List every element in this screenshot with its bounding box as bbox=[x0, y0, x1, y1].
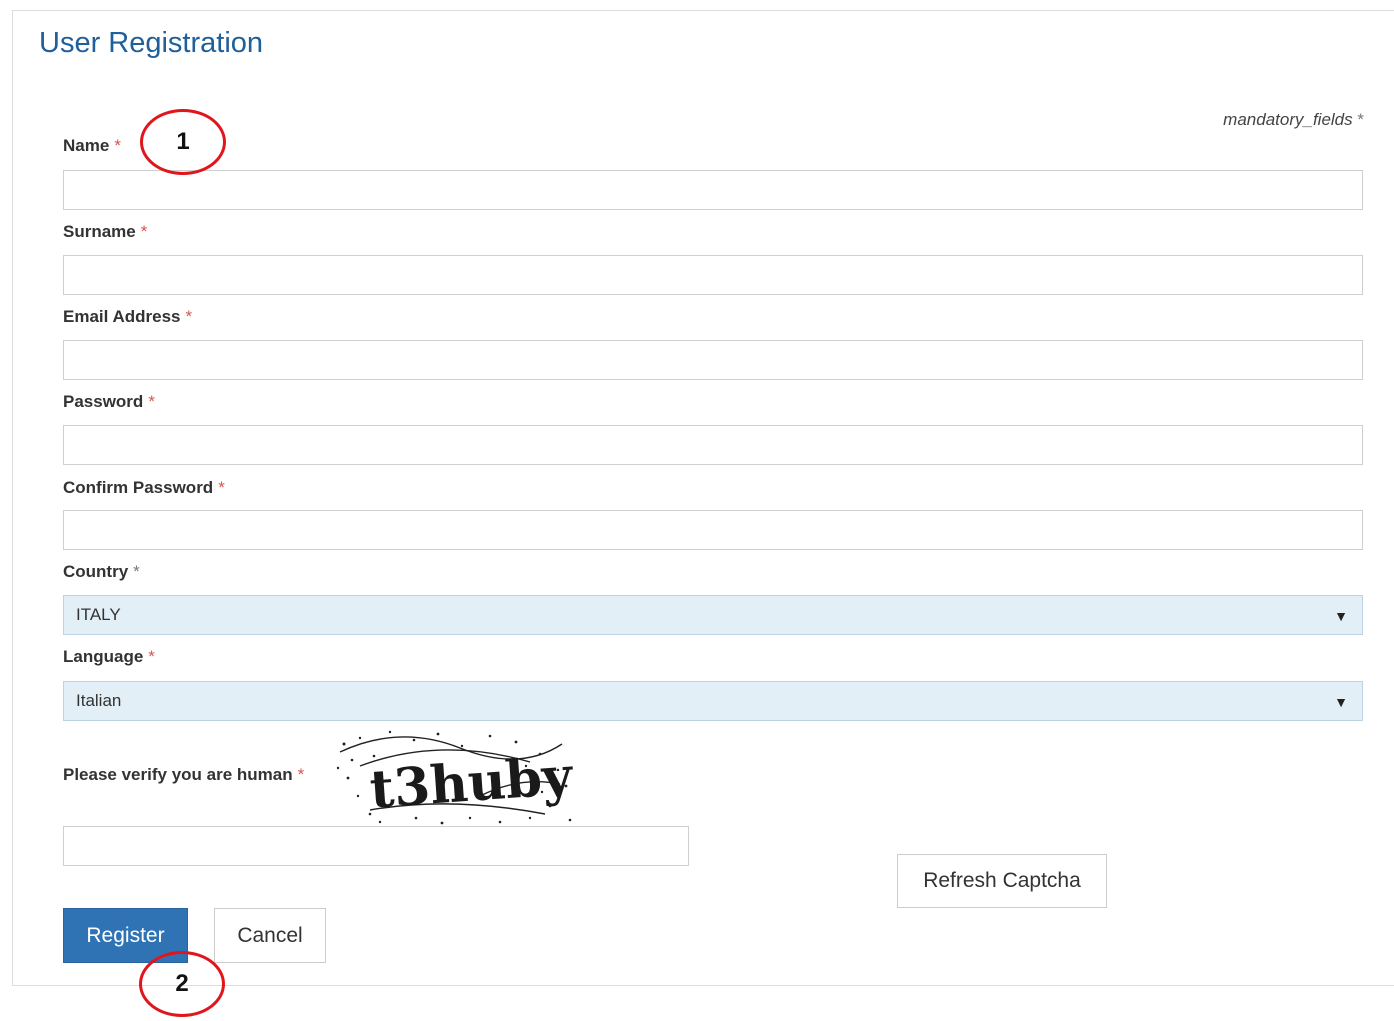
required-mark: * bbox=[140, 222, 148, 241]
email-label: Email Address * bbox=[63, 307, 192, 327]
required-mark: * bbox=[133, 562, 140, 581]
mandatory-note-text: mandatory_fields bbox=[1223, 110, 1353, 129]
required-mark: * bbox=[114, 136, 121, 155]
captcha-label-text: Please verify you are human bbox=[63, 765, 293, 784]
annotation-marker-2: 2 bbox=[139, 951, 225, 1017]
required-mark: * bbox=[218, 478, 225, 497]
captcha-input[interactable] bbox=[63, 826, 689, 866]
name-label: Name * bbox=[63, 136, 121, 156]
surname-input[interactable] bbox=[63, 255, 1363, 295]
captcha-text: t3huby bbox=[368, 745, 576, 820]
password-input[interactable] bbox=[63, 425, 1363, 465]
dropdown-arrow-icon: ▼ bbox=[1334, 694, 1348, 710]
required-mark: * bbox=[185, 307, 193, 326]
country-label: Country * bbox=[63, 562, 140, 582]
page-title: User Registration bbox=[39, 27, 264, 59]
country-selected-value: ITALY bbox=[76, 605, 121, 624]
password-label: Password * bbox=[63, 392, 155, 412]
captcha-label: Please verify you are human * bbox=[63, 765, 304, 785]
required-mark: * bbox=[148, 392, 155, 411]
surname-label-text: Surname bbox=[63, 222, 136, 241]
name-input[interactable] bbox=[63, 170, 1363, 210]
name-label-text: Name bbox=[63, 136, 110, 155]
password-label-text: Password bbox=[63, 392, 144, 411]
country-label-text: Country bbox=[63, 562, 129, 581]
confirm-password-input[interactable] bbox=[63, 510, 1363, 550]
mandatory-fields-note: mandatory_fields * bbox=[1223, 110, 1364, 130]
mandatory-note-star: * bbox=[1357, 110, 1364, 129]
language-label-text: Language bbox=[63, 647, 144, 666]
surname-label: Surname * bbox=[63, 222, 147, 242]
language-select[interactable]: Italian ▼ bbox=[63, 681, 1363, 721]
required-mark: * bbox=[297, 765, 305, 784]
language-selected-value: Italian bbox=[76, 691, 122, 710]
email-input[interactable] bbox=[63, 340, 1363, 380]
captcha-image: t3huby bbox=[336, 730, 576, 825]
required-mark: * bbox=[148, 647, 155, 666]
refresh-captcha-button[interactable]: Refresh Captcha bbox=[897, 854, 1107, 908]
annotation-marker-1: 1 bbox=[140, 109, 226, 175]
dropdown-arrow-icon: ▼ bbox=[1334, 608, 1348, 624]
email-label-text: Email Address bbox=[63, 307, 181, 326]
cancel-button[interactable]: Cancel bbox=[214, 908, 326, 963]
language-label: Language * bbox=[63, 647, 155, 667]
confirm-password-label-text: Confirm Password bbox=[63, 478, 214, 497]
confirm-password-label: Confirm Password * bbox=[63, 478, 225, 498]
country-select[interactable]: ITALY ▼ bbox=[63, 595, 1363, 635]
